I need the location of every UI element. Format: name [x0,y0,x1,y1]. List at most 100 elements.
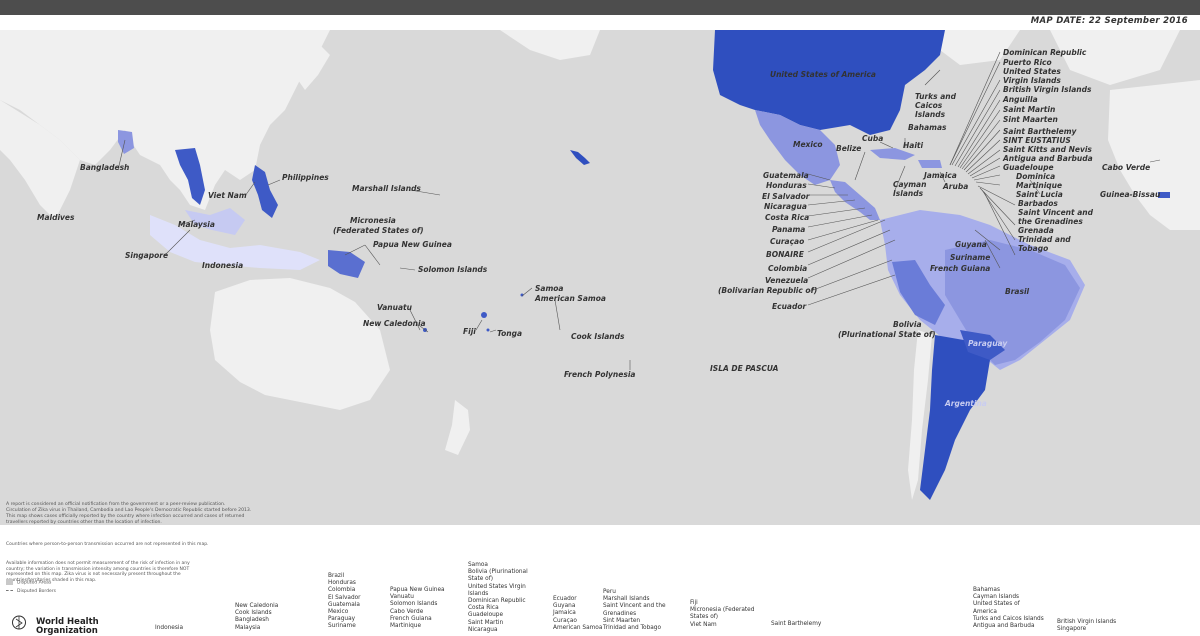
list-item: Saint Martin [468,619,504,626]
label-guatemala: Guatemala [763,171,809,180]
label-carib-7: Sint Maarten [1003,115,1058,124]
fiji-land [481,312,487,318]
top-bar [0,0,1200,15]
list-item: El Salvador [328,594,361,601]
list-item: Guatemala [328,601,360,608]
list-item: Curaçao [553,617,577,624]
label-brazil: Brasil [1005,287,1030,296]
list-item: Honduras [328,580,356,587]
label-carib-4: British Virgin Islands [1003,85,1092,94]
list-item: Micronesia (Federated [690,607,755,614]
label-solomon: Solomon Islands [418,265,488,274]
label-bolivia-1: Bolivia [893,320,922,329]
label-carib-12: Guadeloupe [1003,163,1054,172]
list-item: Islands [468,590,489,597]
label-carib-17: Saint Vincent and [1018,208,1094,217]
list-item: Bangladesh [235,617,269,624]
list-item: Malaysia [235,624,261,631]
list-item: Colombia [328,587,356,594]
list-item: Dominican Republic [468,598,526,605]
list-item: Bahamas [973,587,1000,593]
list-item: British Virgin Islands [1057,619,1117,625]
label-carib-19: Grenada [1018,226,1054,235]
label-french-polynesia: French Polynesia [564,370,635,379]
label-cabo-verde: Cabo Verde [1102,163,1150,172]
list-item: American Samoa [553,624,603,631]
label-carib-0: Dominican Republic [1003,48,1087,57]
footer-col-f: Ecuador Guyana Jamaica Curaçao American … [553,596,602,632]
label-turks-3: Islands [915,110,946,119]
note-5: Countries where person-to-person transmi… [6,542,209,547]
label-panama: Panama [772,225,805,234]
label-bonaire: BONAIRE [766,250,805,259]
label-carib-9: SINT EUSTATIUS [1003,136,1071,145]
disputed-borders-swatch [6,590,13,591]
list-item: Guadeloupe [468,612,504,619]
label-argentina: Argentina [944,399,987,408]
label-carib-15: Saint Lucia [1016,190,1063,199]
note-2: Circulation of Zika virus in Thailand, C… [6,507,251,513]
label-carib-8: Saint Barthelemy [1003,127,1078,136]
list-item: Antigua and Barbuda [973,623,1035,630]
label-cayman-2: Islands [893,189,924,198]
note-1: A report is considered an official notif… [6,501,225,507]
list-item: Vanuatu [390,594,414,601]
label-carib-3: Virgin Islands [1003,76,1061,85]
list-item: Mexico [328,609,349,616]
label-colombia: Colombia [768,264,807,273]
list-item: Cabo Verde [390,608,424,615]
list-item: French Guiana [390,615,432,622]
footer: Countries where person-to-person transmi… [0,525,1200,633]
label-turks-2: Caicos [915,101,943,110]
list-item: Trinidad and Tobago [603,625,662,632]
label-carib-2: United States [1003,67,1061,76]
label-guyana: Guyana [955,240,987,249]
label-malaysia: Malaysia [178,220,215,229]
list-item: Bolivia (Plurinational [468,569,528,576]
label-indonesia: Indonesia [202,261,243,270]
legend-disputed-borders: Disputed Borders [6,589,56,595]
map-date: MAP DATE: 22 September 2016 [1030,16,1188,26]
list-item: Martinique [390,623,422,630]
label-bangladesh: Bangladesh [80,163,129,172]
footer-col-h: Fiji Micronesia (Federated States of) Vi… [690,600,754,629]
label-viet-nam: Viet Nam [208,191,247,200]
list-item: America [973,608,997,615]
label-paraguay: Paraguay [968,339,1008,348]
list-item: Jamaica [553,610,576,617]
label-marshall: Marshall Islands [352,184,421,193]
list-item: United States Virgin [468,583,526,590]
label-micronesia-1: Micronesia [350,216,396,225]
label-suriname: Suriname [950,253,990,262]
label-venezuela-1: Venezuela [765,276,808,285]
list-item: Cook Islands [235,610,272,617]
label-carib-11: Antigua and Barbuda [1002,154,1093,163]
date-bar [0,15,1200,30]
footer-col-b: Indonesia [155,625,183,632]
label-samoa: Samoa [535,284,564,293]
list-item: Solomon Islands [390,601,438,608]
label-carib-13: Dominica [1016,172,1055,181]
label-fiji: Fiji [463,327,476,336]
list-item: Brazil [328,573,345,579]
footer-col-c: Brazil Honduras Colombia El Salvador Gua… [328,573,361,631]
label-guinea-bissau: Guinea-Bissau [1100,190,1161,199]
label-usa: United States of America [770,70,876,79]
footer-col-e: Samoa Bolivia (Plurinational State of) U… [468,562,528,634]
list-item: Sint Maarten [603,617,641,624]
label-carib-18: the Grenadines [1018,217,1083,226]
list-item: United States of [973,601,1020,608]
label-singapore: Singapore [125,251,168,260]
list-item: Samoa [468,562,488,568]
label-honduras: Honduras [766,181,807,190]
tonga-land [486,328,490,332]
list-item: Guyana [553,603,576,610]
label-maldives: Maldives [37,213,75,222]
footer-col-d: Papua New Guinea Vanuatu Solomon Islands… [390,587,445,630]
footer-col-g: Peru Marshall Islands Saint Vincent and … [603,589,666,632]
list-item: Fiji [690,600,698,606]
footer-col-a: New Caledonia Cook Islands Bangladesh Ma… [235,603,278,632]
label-jamaica: Jamaica [922,171,957,180]
label-cook: Cook Islands [571,332,625,341]
label-costa-rica: Costa Rica [765,213,809,222]
